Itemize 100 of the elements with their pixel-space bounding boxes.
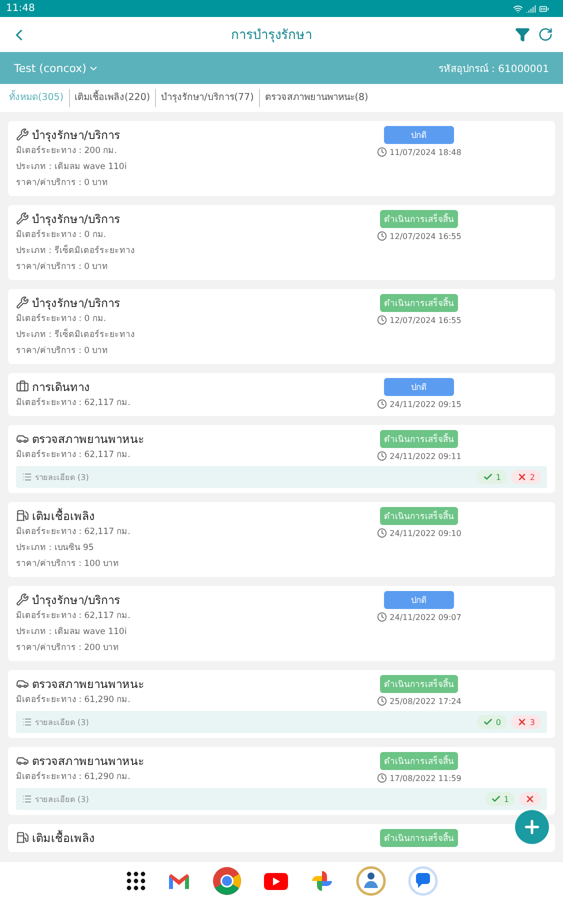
- clock-icon: [376, 451, 387, 461]
- record-datetime: 12/07/2024 16:55: [390, 232, 462, 240]
- refresh-icon: [538, 27, 553, 42]
- record-datetime: 24/11/2022 09:07: [390, 612, 462, 622]
- clock-icon: [376, 231, 387, 241]
- record-detail: ประเภท : เติมลม wave 110i: [16, 161, 128, 174]
- play-icon[interactable]: [264, 872, 288, 890]
- record-detail: มิเตอร์ระยะทาง : 62,117 กม.: [16, 396, 132, 410]
- record-title: เติมเชื้อเพลิง: [32, 507, 95, 524]
- briefcase-icon: [16, 380, 29, 393]
- record-title: บำรุงรักษา/บริการ: [32, 294, 120, 312]
- refresh-button[interactable]: [538, 27, 553, 42]
- pass-count: 1: [476, 470, 507, 484]
- record-detail: ราคา/ค่าบริการ : 100 บาท: [16, 558, 120, 571]
- plus-icon: [522, 817, 542, 837]
- app-icon[interactable]: [356, 866, 386, 896]
- filter-tab[interactable]: เติมเชื้อเพลิง(220): [68, 89, 156, 107]
- fuel-pump-icon: [16, 509, 29, 522]
- record-card[interactable]: ตรวจสภาพยานพาหนะ มิเตอร์ระยะทาง : 62,117 กม. ดำเนินการเสร็จสิ้น 24/11/2022 09:11 รายละเอียด (3) 1 2: [8, 425, 555, 493]
- status-badge: ดำเนินการเสร็จสิ้น: [380, 829, 458, 847]
- check-icon: [482, 472, 493, 482]
- record-card[interactable]: ตรวจสภาพยานพาหนะ มิเตอร์ระยะทาง : 61,290 กม. ดำเนินการเสร็จสิ้น 17/08/2022 11:59 รายละเอียด (3) 1: [8, 747, 555, 815]
- clock-time: 11:48: [6, 3, 35, 14]
- record-title: บำรุงรักษา/บริการ: [32, 592, 120, 608]
- clock-icon: [376, 147, 387, 157]
- cross-icon: [525, 794, 535, 804]
- record-card[interactable]: บำรุงรักษา/บริการ มิเตอร์ระยะทาง : 0 กม. ประเภท : รีเซ็ตมิเตอร์ระยะทาง ราคา/ค่าบริการ : 0 บาท ดำเนินการเสร็จสิ้น 12/07/2024 16:55: [8, 205, 555, 280]
- cross-icon: [516, 472, 527, 482]
- wrench-icon: [16, 593, 29, 606]
- status-badge: ปกติ: [384, 378, 454, 396]
- clock-icon: [376, 399, 387, 409]
- record-card[interactable]: เติมเชื้อเพลิง มิเตอร์ระยะทาง : 62,117 กม. ประเภท : เบนซิน 95 ราคา/ค่าบริการ : 100 บาท ดำเนินการเสร็จสิ้น 24/11/2022 09:10: [8, 502, 555, 577]
- status-badge: ปกติ: [384, 126, 454, 144]
- record-detail: ราคา/ค่าบริการ : 0 บาท: [16, 261, 110, 274]
- record-card[interactable]: บำรุงรักษา/บริการ มิเตอร์ระยะทาง : 200 กม. ประเภท : เติมลม wave 110i ราคา/ค่าบริการ : 0 บาท ปกติ 11/07/2024 18:48: [8, 121, 555, 196]
- cross-icon: [516, 717, 527, 727]
- record-detail: มิเตอร์ระยะทาง : 0 กม.: [16, 312, 108, 326]
- filter-button[interactable]: [515, 27, 530, 42]
- record-title: บำรุงรักษา/บริการ: [32, 126, 120, 144]
- list-icon: [22, 717, 32, 727]
- record-detail: มิเตอร์ระยะทาง : 62,117 กม.: [16, 526, 132, 539]
- status-badge: ดำเนินการเสร็จสิ้น: [380, 675, 458, 693]
- record-detail: ประเภท : รีเซ็ตมิเตอร์ระยะทาง: [16, 244, 136, 258]
- record-datetime: 17/08/2022 11:59: [390, 774, 462, 782]
- record-card[interactable]: ตรวจสภาพยานพาหนะ มิเตอร์ระยะทาง : 61,290 กม. ดำเนินการเสร็จสิ้น 25/08/2022 17:24 รายละเอียด (3) 0 3: [8, 670, 555, 738]
- app-grid-icon[interactable]: [126, 871, 146, 891]
- filter-icon: [515, 27, 530, 42]
- list-icon: [22, 472, 32, 482]
- record-detail: ประเภท : เบนซิน 95: [16, 542, 95, 555]
- record-detail: ราคา/ค่าบริการ : 0 บาท: [16, 177, 110, 190]
- battery-icon: [539, 4, 549, 14]
- status-badge: ดำเนินการเสร็จสิ้น: [380, 507, 458, 525]
- record-title: ตรวจสภาพยานพาหนะ: [32, 752, 144, 770]
- chat-icon[interactable]: [408, 866, 438, 896]
- record-card[interactable]: บำรุงรักษา/บริการ มิเตอร์ระยะทาง : 62,117 กม. ประเภท : เติมลม wave 110i ราคา/ค่าบริการ : 200 บาท ปกติ 24/11/2022 09:07: [8, 586, 555, 661]
- record-card[interactable]: บำรุงรักษา/บริการ มิเตอร์ระยะทาง : 0 กม. ประเภท : รีเซ็ตมิเตอร์ระยะทาง ราคา/ค่าบริการ : 0 บาท ดำเนินการเสร็จสิ้น 12/07/2024 16:55: [8, 289, 555, 364]
- record-detail: ราคา/ค่าบริการ : 0 บาท: [16, 345, 110, 358]
- device-code: รหัสอุปกรณ์ : 61000001: [438, 62, 549, 76]
- check-icon: [490, 794, 501, 804]
- pass-count: 0: [476, 715, 507, 729]
- record-datetime: 12/07/2024 16:55: [390, 316, 462, 324]
- record-card[interactable]: เติมเชื้อเพลิง ดำเนินการเสร็จสิ้น: [8, 824, 555, 852]
- record-detail: ราคา/ค่าบริการ : 200 บาท: [16, 642, 120, 655]
- mail-icon[interactable]: [168, 872, 190, 890]
- clock-icon: [376, 612, 387, 622]
- record-detail: มิเตอร์ระยะทาง : 61,290 กม.: [16, 694, 132, 707]
- clock-icon: [376, 773, 387, 783]
- fuel-pump-icon: [16, 831, 29, 844]
- clock-icon: [376, 528, 387, 538]
- record-card[interactable]: การเดินทาง มิเตอร์ระยะทาง : 62,117 กม. ปกติ 24/11/2022 09:15: [8, 373, 555, 416]
- pass-count: 1: [484, 792, 515, 806]
- record-datetime: 11/07/2024 18:48: [390, 148, 462, 156]
- browser-icon[interactable]: [212, 866, 242, 896]
- fail-count: 2: [510, 470, 541, 484]
- clock-icon: [376, 315, 387, 325]
- status-badge: ดำเนินการเสร็จสิ้น: [380, 294, 458, 312]
- record-detail: มิเตอร์ระยะทาง : 62,117 กม.: [16, 448, 132, 462]
- status-badge: ดำเนินการเสร็จสิ้น: [380, 752, 458, 770]
- filter-tab[interactable]: บำรุงรักษา/บริการ(77): [155, 89, 259, 107]
- record-title: การเดินทาง: [32, 378, 90, 396]
- filter-tab[interactable]: ตรวจสภาพยานพาหนะ(8): [258, 89, 374, 107]
- wrench-icon: [16, 296, 29, 309]
- record-title: ตรวจสภาพยานพาหนะ: [32, 430, 144, 448]
- record-datetime: 24/11/2022 09:11: [390, 452, 462, 460]
- record-detail: มิเตอร์ระยะทาง : 0 กม.: [16, 228, 108, 242]
- signal-icon: [526, 4, 536, 14]
- record-detail: มิเตอร์ระยะทาง : 61,290 กม.: [16, 770, 132, 784]
- list-icon: [22, 794, 32, 804]
- check-icon: [482, 717, 493, 727]
- record-detail: ประเภท : เติมลม wave 110i: [16, 626, 128, 639]
- fail-count: 3: [510, 715, 541, 729]
- clock-icon: [376, 696, 387, 706]
- record-title: บำรุงรักษา/บริการ: [32, 210, 120, 228]
- wrench-icon: [16, 128, 29, 141]
- record-datetime: 24/11/2022 09:10: [390, 528, 462, 538]
- status-badge: ดำเนินการเสร็จสิ้น: [380, 430, 458, 448]
- status-badge: ดำเนินการเสร็จสิ้น: [380, 210, 458, 228]
- record-title: ตรวจสภาพยานพาหนะ: [32, 676, 144, 692]
- pinwheel-icon[interactable]: [310, 869, 334, 893]
- wifi-icon: [513, 4, 523, 14]
